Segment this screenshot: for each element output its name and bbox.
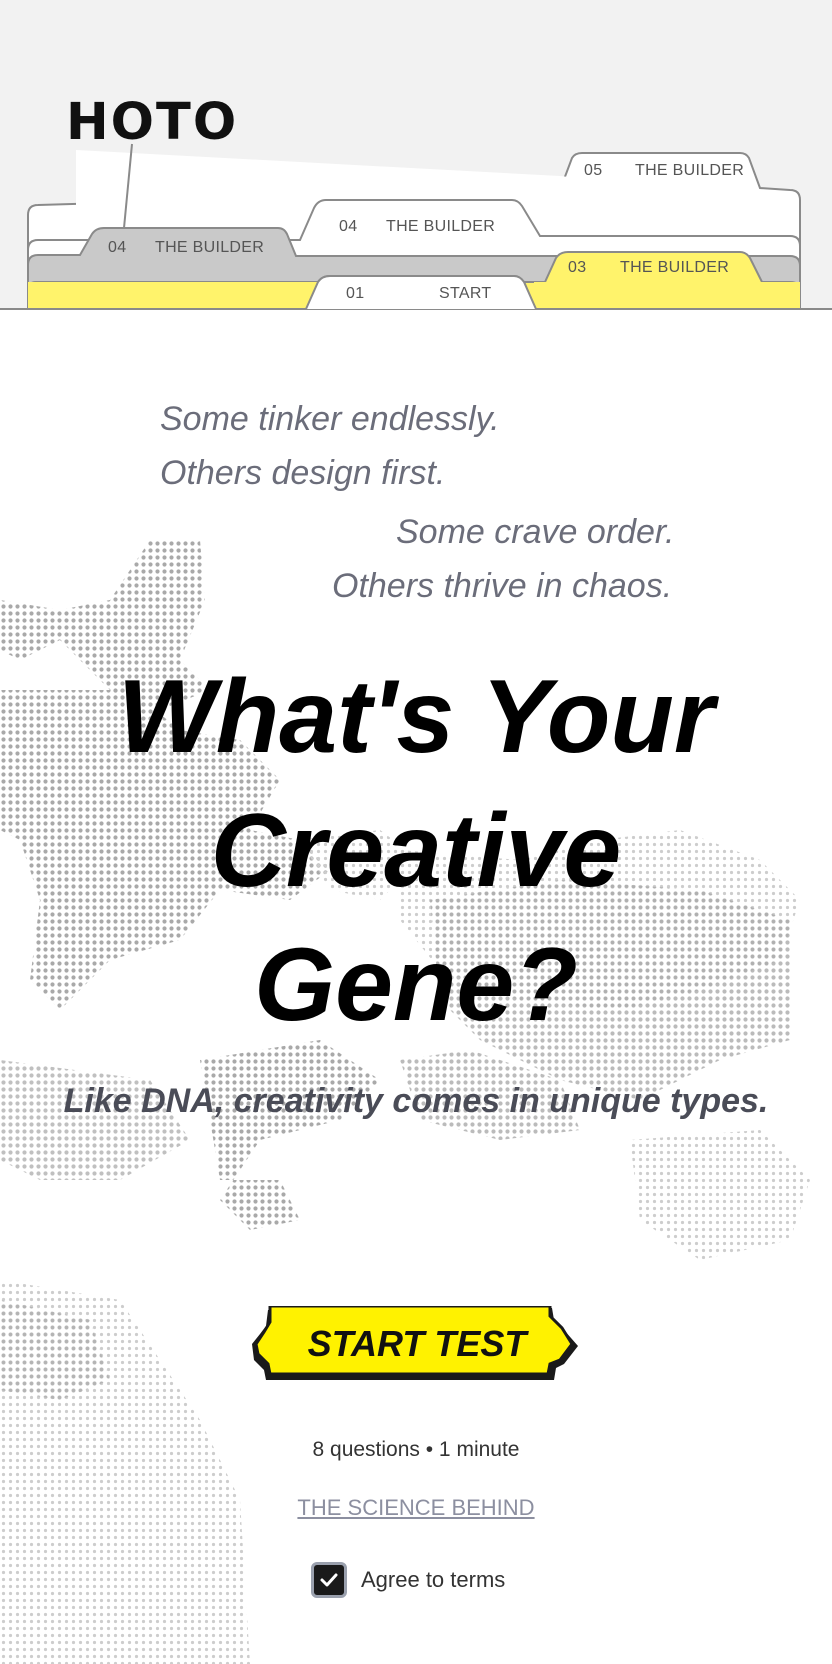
tab-01-number: 01 <box>346 285 365 302</box>
teaser-line-3: Some crave order. <box>396 513 675 551</box>
tab-03-number: 03 <box>568 259 587 276</box>
tab-04-left-label: THE BUILDER <box>155 239 265 256</box>
agree-terms[interactable]: Agree to terms <box>311 1560 505 1600</box>
start-test-label: START TEST <box>307 1323 527 1364</box>
tab-04-center-label: THE BUILDER <box>386 218 496 235</box>
tab-04-left-number: 04 <box>108 239 127 256</box>
tab-05-number: 05 <box>584 162 603 179</box>
tab-03-label: THE BUILDER <box>620 259 730 276</box>
tab-04-center-number: 04 <box>339 218 358 235</box>
terms-label: Agree to terms <box>361 1567 506 1592</box>
teaser-line-2: Others design first. <box>160 454 446 492</box>
teaser-line-1: Some tinker endlessly. <box>160 400 500 438</box>
subheadline: Like DNA, creativity comes in unique typ… <box>63 1082 769 1120</box>
science-behind-link[interactable]: THE SCIENCE BEHIND <box>0 1495 832 1521</box>
tab-05-label: THE BUILDER <box>635 162 745 179</box>
headline-line-1: What's Your <box>117 659 715 775</box>
tab-01-label: START <box>439 285 492 302</box>
headline-line-3: Gene? <box>254 927 578 1043</box>
svg-text:HOTO: HOTO <box>66 96 236 146</box>
terms-checkbox[interactable] <box>311 1562 347 1598</box>
checkmark-icon <box>320 1573 338 1587</box>
teaser-line-4: Others thrive in chaos. <box>332 567 673 605</box>
header: HOTO 05 THE BUILDER 04 THE BUILDER 04 TH… <box>0 0 832 310</box>
hoto-logo: HOTO <box>66 96 236 146</box>
headline-line-2: Creative <box>210 793 622 909</box>
start-test-button[interactable]: START TEST <box>252 1306 582 1382</box>
test-meta: 8 questions • 1 minute <box>312 1438 520 1461</box>
